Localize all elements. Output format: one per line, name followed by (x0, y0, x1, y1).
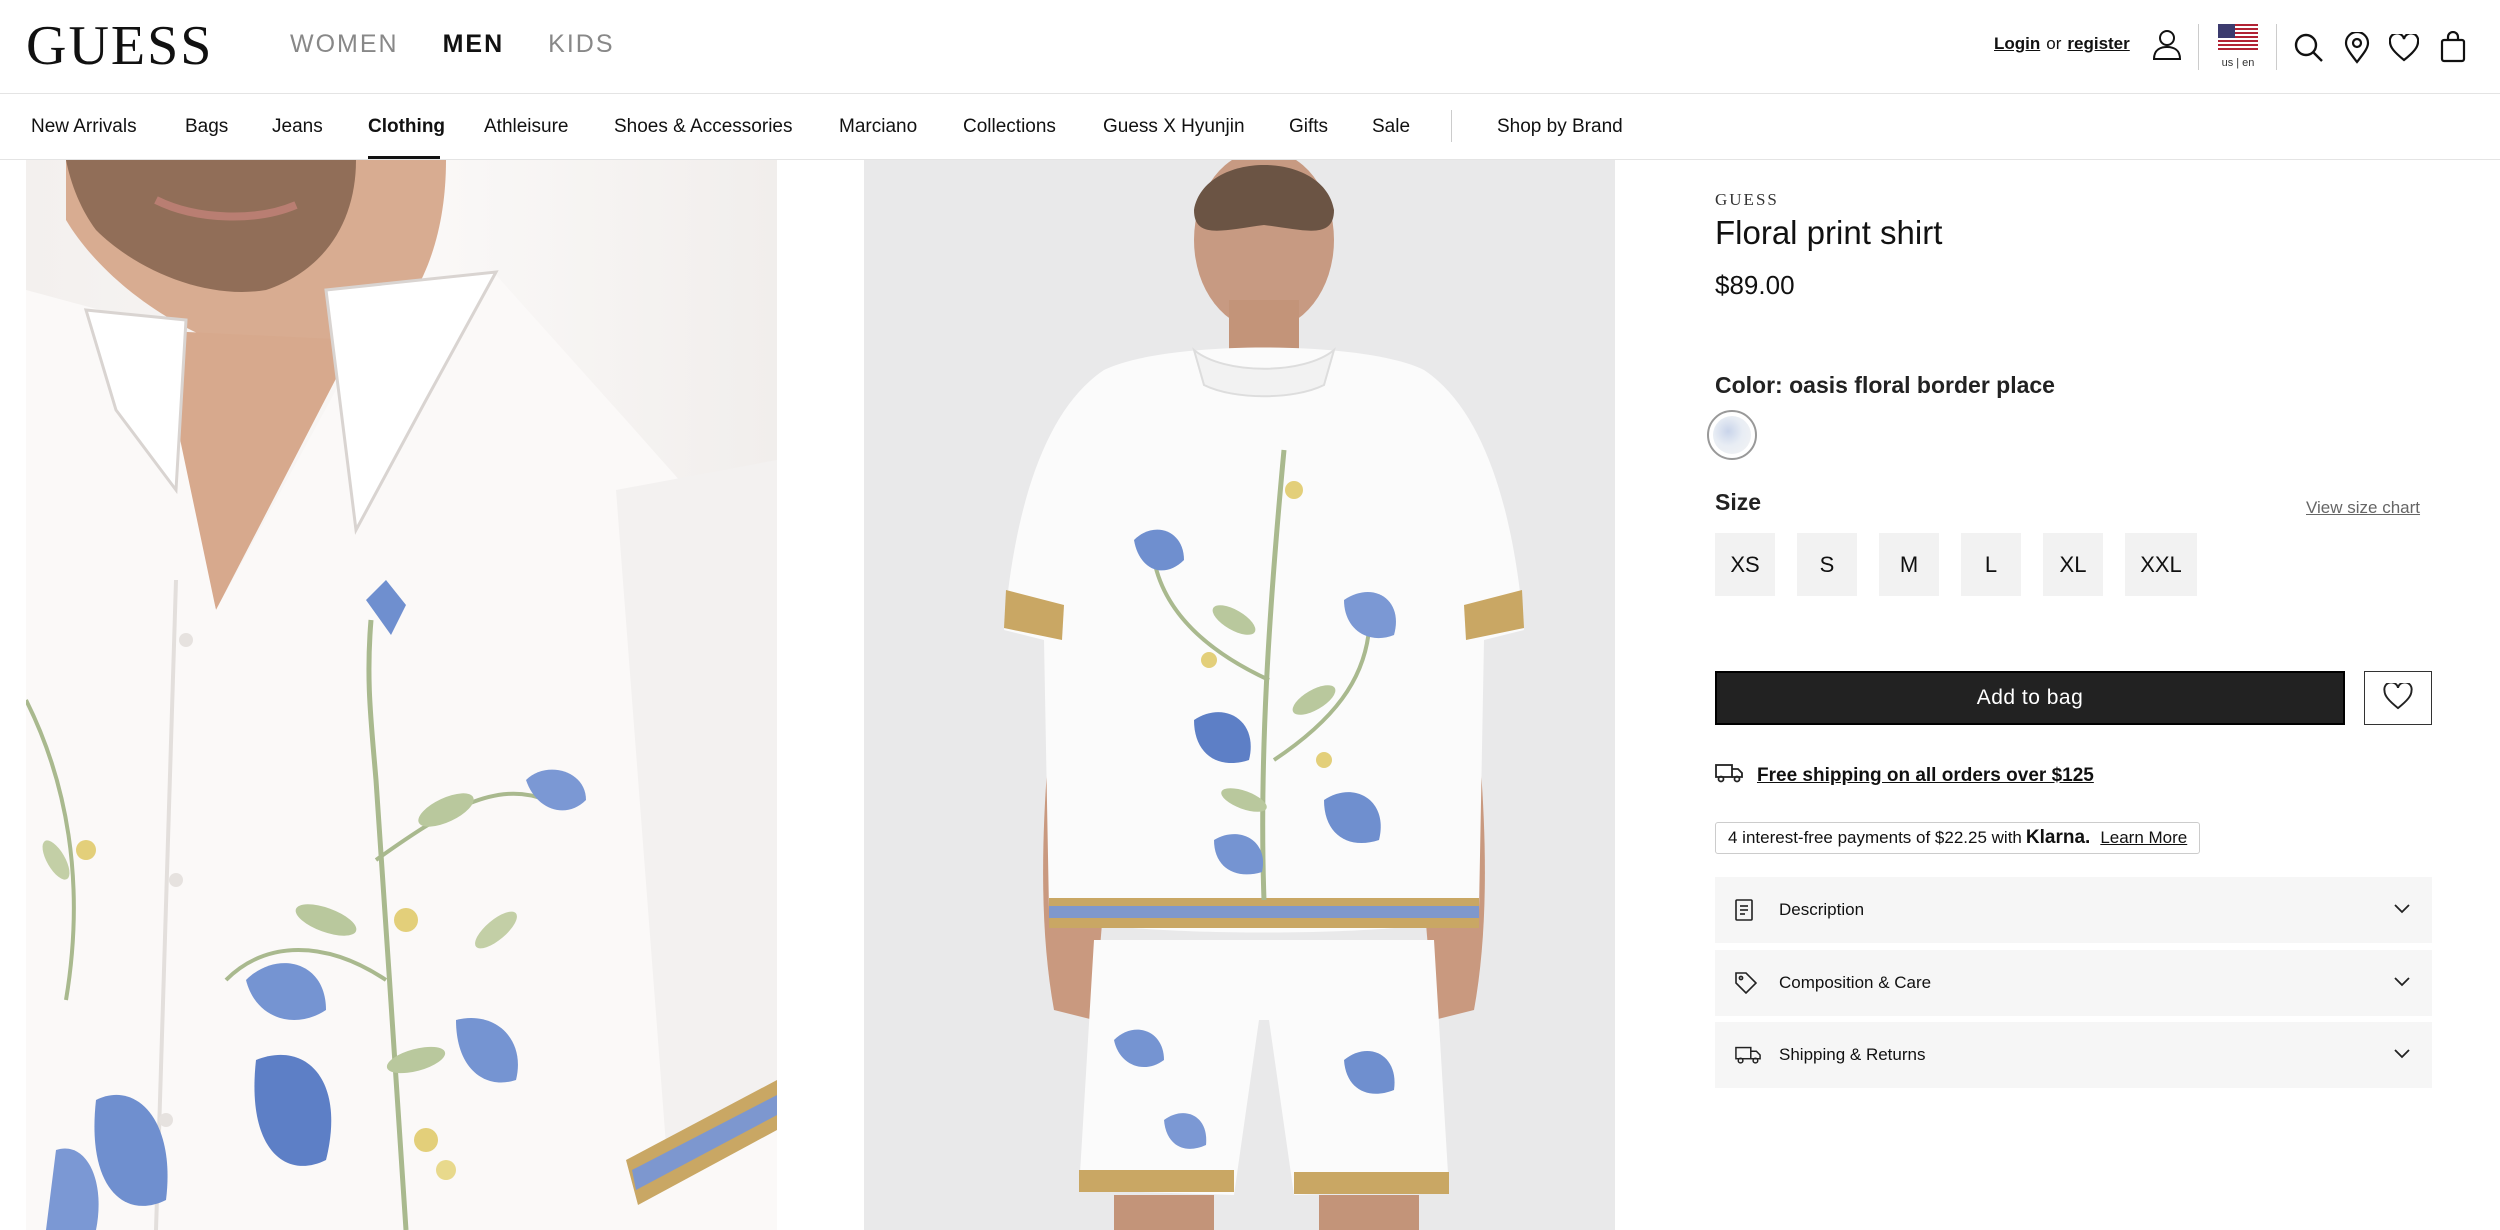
chevron-down-icon (2394, 974, 2410, 992)
accordion-description[interactable]: Description (1715, 877, 2432, 943)
truck-icon (1735, 1044, 1761, 1066)
nav-jeans[interactable]: Jeans (272, 116, 323, 138)
nav-shoes-accessories[interactable]: Shoes & Accessories (614, 116, 792, 138)
wishlist-icon[interactable] (2389, 34, 2419, 62)
accordion-shipping-label: Shipping & Returns (1779, 1045, 1926, 1064)
add-to-wishlist-button[interactable] (2364, 671, 2432, 725)
klarna-installments-text: 4 interest-free payments of $22.25 with (1728, 828, 2022, 847)
nav-collections[interactable]: Collections (963, 116, 1056, 138)
register-link[interactable]: register (2067, 34, 2129, 54)
accordion-composition-label: Composition & Care (1779, 973, 1932, 992)
size-xl-button[interactable]: XL (2043, 533, 2103, 596)
gender-nav: WOMEN MEN KIDS (290, 30, 615, 59)
locale-selector[interactable]: us | en (2218, 24, 2258, 69)
size-xs-button[interactable]: XS (1715, 533, 1775, 596)
site-header: GUESS WOMEN MEN KIDS Login or register u… (0, 0, 2500, 94)
product-brand: GUESS (1715, 190, 1779, 209)
document-icon (1735, 899, 1761, 921)
accordion-shipping-returns[interactable]: Shipping & Returns (1715, 1022, 2432, 1088)
search-icon[interactable] (2294, 33, 2324, 63)
account-icon[interactable] (2152, 28, 2182, 60)
product-image-back-view[interactable] (864, 160, 1615, 1230)
product-image-front-closeup[interactable] (26, 160, 777, 1230)
view-size-chart-link[interactable]: View size chart (2306, 498, 2420, 518)
guess-logo[interactable]: GUESS (26, 18, 213, 74)
free-shipping-row: Free shipping on all orders over $125 (1715, 762, 2094, 789)
account-links: Login or register (1994, 34, 2130, 54)
tab-kids[interactable]: KIDS (548, 30, 614, 59)
free-shipping-link[interactable]: Free shipping on all orders over $125 (1757, 765, 2094, 787)
nav-shop-by-brand[interactable]: Shop by Brand (1497, 116, 1623, 138)
add-to-bag-button[interactable]: Add to bag (1715, 671, 2345, 725)
klarna-logo: Klarna. (2025, 827, 2091, 848)
us-flag-icon (2218, 24, 2258, 55)
accordion-composition-care[interactable]: Composition & Care (1715, 950, 2432, 1016)
chevron-down-icon (2394, 1046, 2410, 1064)
size-l-button[interactable]: L (1961, 533, 2021, 596)
store-locator-icon[interactable] (2344, 32, 2370, 64)
nav-gifts[interactable]: Gifts (1289, 116, 1328, 138)
active-nav-underline (368, 156, 440, 159)
nav-new-arrivals[interactable]: New Arrivals (31, 116, 137, 138)
chevron-down-icon (2394, 901, 2410, 919)
nav-clothing[interactable]: Clothing (368, 116, 445, 138)
size-xxl-button[interactable]: XXL (2125, 533, 2197, 596)
size-label: Size (1715, 489, 1762, 515)
klarna-banner: 4 interest-free payments of $22.25 with … (1715, 822, 2201, 854)
tab-men[interactable]: MEN (443, 30, 505, 59)
nav-athleisure[interactable]: Athleisure (484, 116, 569, 138)
size-selector: XS S M L XL XXL (1715, 533, 2197, 596)
header-divider (2276, 24, 2277, 70)
bag-icon[interactable] (2440, 31, 2466, 63)
nav-marciano[interactable]: Marciano (839, 116, 917, 138)
tab-women[interactable]: WOMEN (290, 30, 399, 59)
size-s-button[interactable]: S (1797, 533, 1857, 596)
nav-guess-x-hyunjin[interactable]: Guess X Hyunjin (1103, 116, 1245, 138)
color-swatch-oasis-floral[interactable] (1707, 410, 1757, 460)
accordion-description-label: Description (1779, 900, 1865, 919)
header-divider (2198, 24, 2199, 70)
login-link[interactable]: Login (1994, 34, 2040, 54)
locale-text: us | en (2221, 57, 2255, 69)
swatch-image (1713, 416, 1751, 454)
size-m-button[interactable]: M (1879, 533, 1939, 596)
heart-icon (2383, 681, 2413, 713)
delivery-truck-icon (1715, 762, 1743, 789)
product-price: $89.00 (1715, 270, 1795, 300)
color-label: Color: oasis floral border place (1715, 372, 2055, 398)
tag-icon (1735, 972, 1761, 994)
klarna-learn-more-link[interactable]: Learn More (2100, 828, 2187, 848)
nav-divider (1451, 110, 1452, 142)
product-title: Floral print shirt (1715, 214, 1943, 251)
or-text: or (2046, 34, 2062, 53)
category-nav: New Arrivals Bags Jeans Clothing Athleis… (0, 94, 2500, 160)
nav-sale[interactable]: Sale (1372, 116, 1410, 138)
nav-bags[interactable]: Bags (185, 116, 228, 138)
